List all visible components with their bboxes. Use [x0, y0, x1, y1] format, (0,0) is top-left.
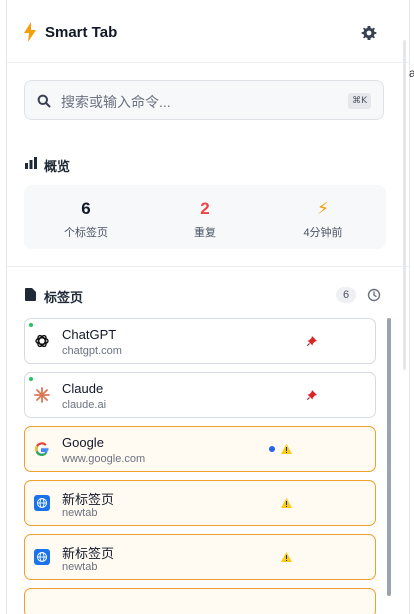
bolt-icon: [24, 22, 36, 42]
stat-label: 个标签页: [64, 227, 108, 239]
tab-item[interactable]: Claude claude.ai: [24, 372, 376, 418]
overview-panel: 6 个标签页 2 重复 ⚡ 4分钟前: [24, 185, 386, 249]
tab-item-duplicate[interactable]: 新标签页 newtab: [24, 534, 376, 580]
active-indicator: [29, 377, 33, 381]
search-icon: [37, 94, 51, 108]
chatgpt-icon: [35, 334, 49, 348]
tab-url: chatgpt.com: [62, 345, 122, 357]
tab-title: Google: [62, 435, 104, 450]
bar-chart-icon: [25, 157, 37, 169]
tab-url: www.google.com: [62, 453, 146, 465]
tab-title: 新标签页: [62, 492, 115, 507]
shortcut-badge: ⌘K: [348, 93, 371, 109]
tab-item-duplicate[interactable]: Google www.google.com: [24, 426, 376, 472]
active-indicator: [29, 323, 33, 327]
warning-icon: [281, 498, 292, 508]
pin-icon[interactable]: [307, 336, 317, 346]
tab-url: newtab: [62, 507, 98, 519]
tab-title: Claude: [62, 381, 104, 396]
globe-icon: [34, 549, 50, 565]
tab-item-duplicate[interactable]: [24, 588, 376, 614]
tab-item[interactable]: ChatGPT chatgpt.com: [24, 318, 376, 364]
stat-value: 6: [81, 199, 91, 218]
tab-url: claude.ai: [62, 399, 107, 411]
google-icon: [35, 442, 49, 456]
tab-count-badge: 6: [336, 287, 356, 303]
stat-last-updated: ⚡ 4分钟前: [263, 185, 383, 240]
header: Smart Tab: [7, 0, 409, 63]
tab-title: 新标签页: [62, 546, 115, 561]
stat-label: 4分钟前: [303, 227, 343, 239]
history-icon[interactable]: [367, 288, 381, 302]
stat-tab-count: 6 个标签页: [26, 185, 146, 240]
stat-label: 重复: [194, 227, 216, 239]
tab-url: newtab: [62, 561, 98, 573]
status-dot: [269, 446, 275, 452]
document-icon: [25, 288, 36, 301]
search-input[interactable]: 搜索或输入命令...: [61, 92, 171, 112]
stat-value: 2: [200, 199, 210, 218]
section-divider: [7, 266, 409, 267]
gear-icon[interactable]: [361, 25, 377, 41]
stat-bolt-icon: ⚡: [317, 199, 329, 218]
warning-icon: [281, 444, 292, 454]
background-page-text: a: [409, 66, 414, 80]
app-title: Smart Tab: [45, 24, 118, 41]
tab-title: ChatGPT: [62, 327, 117, 342]
tab-item-duplicate[interactable]: 新标签页 newtab: [24, 480, 376, 526]
search-bar[interactable]: 搜索或输入命令... ⌘K: [24, 80, 384, 120]
overview-title: 概览: [44, 159, 71, 174]
globe-icon: [34, 495, 50, 511]
popup-scrollbar[interactable]: [403, 40, 406, 370]
pin-icon[interactable]: [307, 390, 317, 400]
warning-icon: [281, 552, 292, 562]
smart-tab-popup: Smart Tab 搜索或输入命令... ⌘K 概览 6 个标签页 2 重复 ⚡…: [6, 0, 410, 614]
tab-list-scrollbar[interactable]: [387, 318, 391, 596]
stat-duplicates: 2 重复: [145, 185, 265, 240]
tabs-title: 标签页: [44, 290, 84, 305]
claude-icon: [34, 387, 50, 403]
